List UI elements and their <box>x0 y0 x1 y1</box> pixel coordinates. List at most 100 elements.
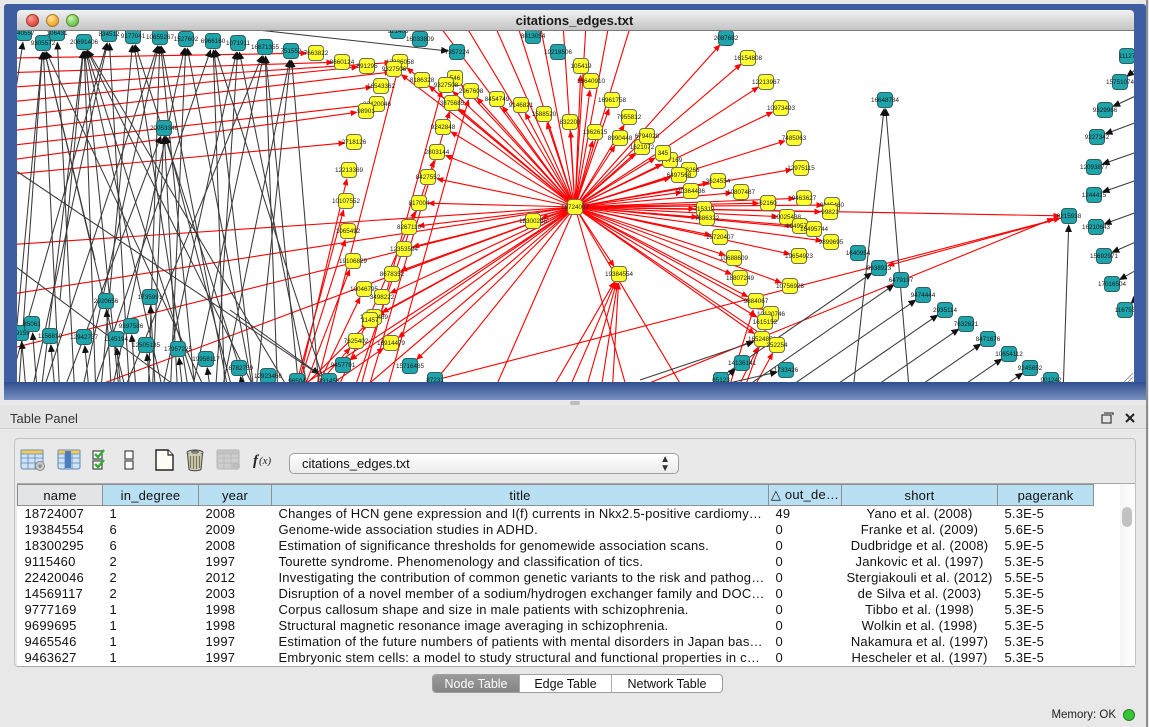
svg-text:98901: 98901 <box>357 108 375 115</box>
svg-text:9146821: 9146821 <box>509 102 534 109</box>
svg-text:1735991: 1735991 <box>138 294 163 301</box>
svg-text:7357224: 7357224 <box>445 49 470 56</box>
svg-text:62160: 62160 <box>759 200 777 207</box>
svg-text:19384554: 19384554 <box>605 271 634 278</box>
svg-text:834512: 834512 <box>98 31 120 38</box>
svg-text:7485063: 7485063 <box>782 135 807 142</box>
svg-text:240557: 240557 <box>17 31 35 37</box>
svg-text:20691406: 20691406 <box>70 39 99 46</box>
svg-text:18724007: 18724007 <box>561 204 590 211</box>
svg-text:16648784: 16648784 <box>871 97 900 104</box>
svg-text:15716485: 15716485 <box>396 363 425 370</box>
svg-text:8427552: 8427552 <box>416 174 441 181</box>
svg-text:3498222: 3498222 <box>370 294 395 301</box>
svg-text:12213369: 12213369 <box>335 167 364 174</box>
svg-text:1362615: 1362615 <box>583 129 608 136</box>
svg-text:1244415: 1244415 <box>1082 192 1107 199</box>
svg-text:12923466: 12923466 <box>254 373 283 380</box>
svg-text:9457791: 9457791 <box>331 362 356 369</box>
svg-text:8938923: 8938923 <box>867 265 892 272</box>
svg-text:921403: 921403 <box>387 31 409 35</box>
svg-text:8215938: 8215938 <box>1057 213 1082 220</box>
svg-text:1156819: 1156819 <box>38 333 63 340</box>
svg-text:10107552: 10107552 <box>332 198 361 205</box>
svg-text:11127: 11127 <box>1119 53 1134 60</box>
svg-text:96504: 96504 <box>288 378 306 382</box>
svg-text:65123: 65123 <box>712 377 730 382</box>
svg-text:9327508: 9327508 <box>434 82 459 89</box>
svg-text:345: 345 <box>658 150 669 157</box>
svg-text:20053346: 20053346 <box>150 125 179 132</box>
svg-text:99821: 99821 <box>821 209 839 216</box>
svg-text:817004: 817004 <box>408 200 430 207</box>
svg-text:9327506: 9327506 <box>382 66 407 73</box>
svg-text:11457: 11457 <box>361 317 379 324</box>
svg-text:3624554: 3624554 <box>706 178 731 185</box>
svg-text:8660124: 8660124 <box>330 59 355 66</box>
svg-text:9397586: 9397586 <box>119 323 144 330</box>
svg-text:9899695: 9899695 <box>819 239 844 246</box>
svg-text:17016504: 17016504 <box>1098 281 1127 288</box>
svg-text:12942737: 12942737 <box>70 334 99 341</box>
svg-text:16154808: 16154808 <box>734 55 763 62</box>
svg-text:8454749: 8454749 <box>485 96 510 103</box>
svg-text:(x): (x) <box>259 455 272 467</box>
svg-text:19654923: 19654923 <box>785 253 814 260</box>
svg-text:1071911: 1071911 <box>226 40 251 47</box>
svg-text:1733426: 1733426 <box>774 367 799 374</box>
svg-text:10688609: 10688609 <box>720 255 749 262</box>
svg-text:116753: 116753 <box>1115 307 1134 314</box>
svg-text:18300295: 18300295 <box>519 218 548 225</box>
svg-text:8990448: 8990448 <box>608 135 633 142</box>
svg-text:8267110: 8267110 <box>397 224 422 231</box>
svg-text:16543362: 16543362 <box>367 83 396 90</box>
svg-text:1621072: 1621072 <box>630 144 655 151</box>
svg-text:15751074: 15751074 <box>1106 79 1134 86</box>
svg-text:18807249: 18807249 <box>726 275 755 282</box>
svg-text:105419: 105419 <box>570 63 592 70</box>
svg-text:16495744: 16495744 <box>800 226 829 233</box>
svg-text:9474444: 9474444 <box>911 292 936 299</box>
svg-text:16033809: 16033809 <box>406 36 435 43</box>
svg-text:2967608: 2967608 <box>459 88 484 95</box>
svg-text:7663822: 7663822 <box>304 50 329 57</box>
svg-text:16671355: 16671355 <box>251 44 280 51</box>
svg-text:9305572: 9305572 <box>31 40 56 47</box>
svg-text:10756928: 10756928 <box>776 283 805 290</box>
svg-text:19106829: 19106829 <box>339 258 368 265</box>
svg-text:2935114: 2935114 <box>933 307 958 314</box>
svg-text:16961758: 16961758 <box>598 97 627 104</box>
svg-text:3875685: 3875685 <box>440 100 465 107</box>
svg-text:7632621: 7632621 <box>954 321 979 328</box>
svg-text:15692971: 15692971 <box>1090 253 1119 260</box>
svg-text:9329966: 9329966 <box>1093 107 1118 114</box>
svg-text:9227342: 9227342 <box>1085 134 1110 141</box>
svg-text:9177041: 9177041 <box>121 33 146 40</box>
svg-text:19218506: 19218506 <box>544 49 573 56</box>
svg-text:12093877: 12093877 <box>1080 164 1109 171</box>
svg-text:901242: 901242 <box>1040 377 1062 382</box>
svg-text:14136141: 14136141 <box>728 360 757 367</box>
svg-text:1615152: 1615152 <box>753 319 778 326</box>
svg-text:231456: 231456 <box>318 378 340 382</box>
svg-text:2020656: 2020656 <box>94 298 119 305</box>
svg-text:7955812: 7955812 <box>617 114 642 121</box>
svg-text:252254: 252254 <box>766 342 788 349</box>
svg-text:19958117: 19958117 <box>192 356 220 363</box>
svg-text:8186328: 8186328 <box>410 77 435 84</box>
svg-text:16210643: 16210643 <box>1082 224 1111 231</box>
svg-text:9463627: 9463627 <box>792 195 817 202</box>
svg-text:751552: 751552 <box>280 48 302 55</box>
svg-text:18640910: 18640910 <box>577 78 606 85</box>
svg-text:9245652: 9245652 <box>1018 365 1043 372</box>
svg-text:1527602: 1527602 <box>174 36 199 43</box>
svg-text:10654112: 10654112 <box>995 351 1023 358</box>
svg-text:891295: 891295 <box>356 63 378 70</box>
svg-text:7886322: 7886322 <box>695 215 720 222</box>
svg-text:15720407: 15720407 <box>706 234 735 241</box>
svg-text:106431: 106431 <box>46 31 68 37</box>
svg-text:12975115: 12975115 <box>787 165 815 172</box>
svg-text:2087682: 2087682 <box>714 35 739 42</box>
svg-text:1640954: 1640954 <box>846 250 871 257</box>
svg-text:87231: 87231 <box>426 377 444 382</box>
